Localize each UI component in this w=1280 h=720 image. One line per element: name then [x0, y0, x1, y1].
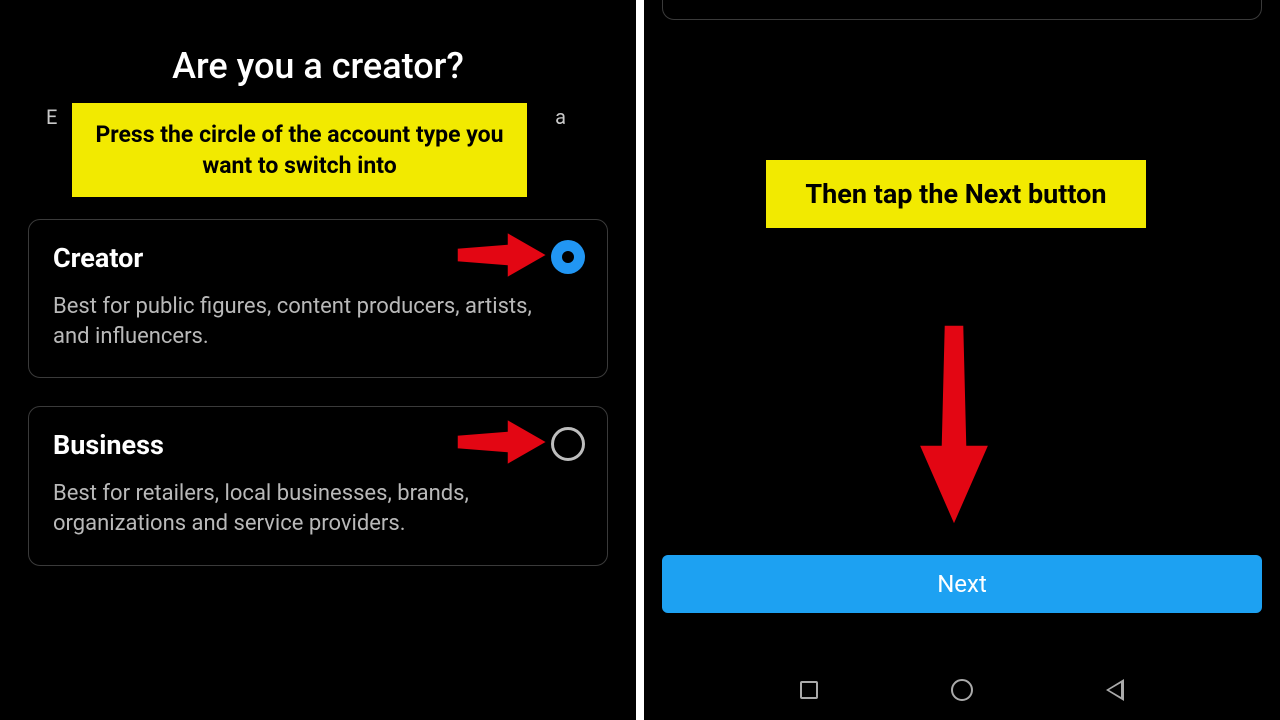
instruction-callout-1: Press the circle of the account type you… [72, 103, 527, 197]
next-button[interactable]: Next [662, 555, 1262, 613]
option-description: Best for retailers, local businesses, br… [53, 479, 533, 538]
next-button-label: Next [937, 570, 987, 598]
panel-divider [636, 0, 644, 720]
right-screenshot-panel: Then tap the Next button Next [644, 0, 1280, 720]
nav-recent-icon[interactable] [800, 681, 818, 699]
arrow-right-icon [457, 417, 547, 467]
android-nav-bar [644, 660, 1280, 720]
arrow-down-icon [919, 325, 989, 525]
account-type-option-creator[interactable]: Creator Best for public figures, content… [28, 219, 608, 378]
page-title: Are you a creator? [0, 0, 636, 87]
instruction-callout-2: Then tap the Next button [766, 160, 1146, 228]
nav-back-icon[interactable] [1106, 679, 1124, 701]
option-description: Best for public figures, content produce… [53, 292, 533, 351]
partial-card-top [662, 0, 1262, 20]
nav-home-icon[interactable] [951, 679, 973, 701]
account-type-option-business[interactable]: Business Best for retailers, local busin… [28, 406, 608, 565]
arrow-right-icon [457, 230, 547, 280]
left-screenshot-panel: Are you a creator? E a Press the circle … [0, 0, 636, 720]
radio-selected-icon[interactable] [551, 240, 585, 274]
